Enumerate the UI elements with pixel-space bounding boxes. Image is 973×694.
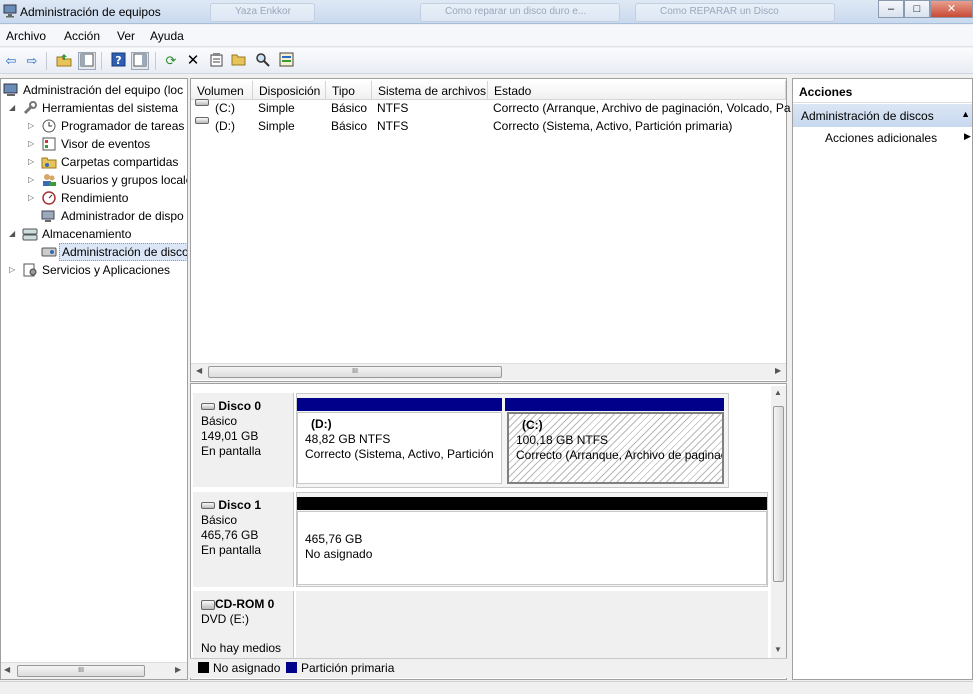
forward-arrow-icon[interactable]: ⇨ (23, 52, 41, 70)
tools-icon (22, 101, 38, 115)
maximize-button[interactable]: □ (904, 0, 930, 18)
svg-text:?: ? (115, 54, 121, 67)
toolbar-separator (46, 52, 47, 70)
legend-swatch-primary (286, 662, 297, 673)
collapse-triangle-icon[interactable]: ◢ (9, 225, 18, 243)
volume-row[interactable]: (C:) Simple Básico NTFS Correcto (Arranq… (191, 99, 791, 117)
refresh-icon[interactable]: ⟳ (162, 52, 180, 70)
volume-list: Volumen Disposición Tipo Sistema de arch… (190, 78, 791, 382)
scroll-thumb[interactable]: III (208, 366, 502, 378)
expand-triangle-icon[interactable]: ▷ (28, 153, 37, 171)
background-tab[interactable]: Yaza Enkkor (210, 3, 315, 22)
tree-horizontal-scrollbar[interactable]: ◀ III ▶ (1, 662, 187, 679)
background-tab[interactable]: Como REPARAR un Disco (635, 3, 835, 22)
close-button[interactable]: ✕ (930, 0, 973, 18)
legend: No asignado Partición primaria (190, 658, 787, 678)
disk-icon (201, 502, 215, 510)
cdrom-0-map (296, 591, 768, 661)
disk-0-map: (D:) 48,82 GB NTFS Correcto (Sistema, Ac… (296, 393, 729, 488)
export-icon[interactable] (277, 52, 295, 70)
status-bar (0, 681, 973, 694)
column-header-status[interactable]: Estado (488, 81, 786, 100)
delete-icon[interactable]: ✕ (184, 52, 202, 70)
menu-bar: Archivo Acción Ver Ayuda (0, 25, 973, 47)
column-header-layout[interactable]: Disposición (253, 81, 326, 100)
column-header-volume[interactable]: Volumen (191, 81, 253, 100)
expand-triangle-icon[interactable]: ▷ (28, 189, 37, 207)
window-title: Administración de equipos (20, 5, 161, 19)
column-header-filesystem[interactable]: Sistema de archivos (372, 81, 488, 100)
expand-triangle-icon[interactable]: ▷ (28, 171, 37, 189)
expand-triangle-icon[interactable]: ▷ (28, 135, 37, 153)
disk-icon (201, 403, 215, 411)
open-folder-icon[interactable] (230, 52, 248, 70)
collapse-triangle-icon[interactable]: ◢ (9, 99, 18, 117)
expand-triangle-icon[interactable]: ▷ (9, 261, 18, 279)
partition-c[interactable]: (C:) 100,18 GB NTFS Correcto (Arranque, … (507, 412, 724, 484)
show-hide-action-pane-icon[interactable] (131, 52, 149, 70)
legend-swatch-unallocated (198, 662, 209, 673)
actions-header: Acciones (793, 79, 972, 103)
clock-icon (41, 119, 57, 133)
up-folder-icon[interactable] (55, 52, 73, 70)
actions-section-disk-management[interactable]: Administración de discos ▲ (793, 104, 972, 127)
device-manager-icon (41, 209, 57, 223)
cdrom-0-info[interactable]: CD-ROM 0 DVD (E:) No hay medios (193, 591, 294, 661)
menu-accion[interactable]: Acción (64, 29, 100, 43)
cdrom-icon (201, 599, 215, 610)
actions-pane: Acciones Administración de discos ▲ Acci… (792, 78, 973, 680)
volume-row[interactable]: (D:) Simple Básico NTFS Correcto (Sistem… (191, 117, 786, 135)
scroll-thumb[interactable]: III (17, 665, 145, 677)
menu-ayuda[interactable]: Ayuda (150, 29, 184, 43)
disk-1-info[interactable]: Disco 1 Básico 465,76 GB En pantalla (193, 492, 294, 587)
disk-1-map: 465,76 GB No asignado (296, 492, 768, 587)
toolbar-separator (101, 52, 102, 70)
scroll-right-icon[interactable]: ▶ (775, 366, 781, 375)
scroll-right-icon[interactable]: ▶ (175, 665, 181, 674)
properties-icon[interactable] (207, 52, 225, 70)
computer-icon (3, 83, 19, 97)
legend-label-unallocated: No asignado (213, 661, 281, 675)
help-icon[interactable]: ? (109, 52, 127, 70)
volume-horizontal-scrollbar[interactable]: ◀ III ▶ (191, 363, 786, 380)
scroll-up-icon[interactable]: ▲ (774, 388, 782, 397)
disk-0-info[interactable]: Disco 0 Básico 149,01 GB En pantalla (193, 393, 294, 487)
console-tree: Administración del equipo (loc ◢ Herrami… (0, 78, 188, 680)
legend-label-primary: Partición primaria (301, 661, 395, 675)
collapse-up-icon[interactable]: ▲ (961, 109, 970, 119)
scroll-left-icon[interactable]: ◀ (196, 366, 202, 375)
minimize-button[interactable]: – (878, 0, 904, 18)
show-hide-console-tree-icon[interactable] (78, 52, 96, 70)
primary-partition-bar (505, 398, 724, 411)
primary-partition-bar (297, 398, 502, 411)
storage-icon (22, 227, 38, 241)
menu-archivo[interactable]: Archivo (6, 29, 46, 43)
scroll-down-icon[interactable]: ▼ (774, 645, 782, 654)
expand-triangle-icon[interactable]: ▷ (28, 117, 37, 135)
event-viewer-icon (41, 137, 57, 151)
more-actions-link[interactable]: Acciones adicionales (825, 131, 937, 145)
toolbar: ⇦ ⇨ ? ⟳ ✕ (0, 48, 973, 74)
computer-management-icon (3, 4, 17, 18)
partition-d[interactable]: (D:) 48,82 GB NTFS Correcto (Sistema, Ac… (297, 412, 502, 484)
disk-pane-vertical-scrollbar[interactable]: ▲ ▼ (771, 386, 786, 659)
back-arrow-icon[interactable]: ⇦ (2, 52, 20, 70)
performance-icon (41, 191, 57, 205)
background-tab[interactable]: Como reparar un disco duro e... (420, 3, 620, 22)
title-bar: Administración de equipos Yaza Enkkor Co… (0, 0, 973, 24)
services-icon (22, 263, 38, 277)
scroll-thumb[interactable] (773, 406, 784, 582)
scroll-left-icon[interactable]: ◀ (4, 665, 10, 674)
unallocated-bar (297, 497, 767, 510)
toolbar-separator (155, 52, 156, 70)
search-icon[interactable] (253, 52, 271, 70)
users-icon (41, 173, 57, 187)
menu-ver[interactable]: Ver (117, 29, 135, 43)
submenu-arrow-icon[interactable]: ▶ (964, 131, 971, 142)
shared-folder-icon (41, 155, 57, 169)
unallocated-space[interactable]: 465,76 GB No asignado (297, 511, 767, 585)
column-header-type[interactable]: Tipo (326, 81, 372, 100)
disk-management-icon (41, 245, 57, 259)
disk-map-pane: Disco 0 Básico 149,01 GB En pantalla (D:… (190, 383, 787, 680)
